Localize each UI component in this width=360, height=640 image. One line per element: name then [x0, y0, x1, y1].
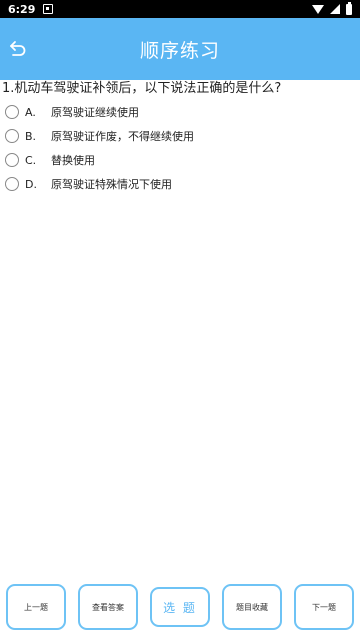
page-title: 顺序练习 [139, 39, 220, 62]
option-text: 原驾驶证特殊情况下使用 [51, 178, 172, 191]
status-bar: 6:29 [0, 0, 360, 18]
wifi-icon [312, 4, 324, 14]
option-letter: B. [25, 129, 37, 143]
radio-button[interactable] [5, 153, 19, 167]
app-bar: 顺序练习 [0, 18, 360, 80]
option-d[interactable]: D. 原驾驶证特殊情况下使用 [0, 172, 360, 196]
next-question-button[interactable]: 下一题 [294, 584, 354, 630]
view-answer-button[interactable]: 查看答案 [78, 584, 138, 630]
radio-button[interactable] [5, 177, 19, 191]
select-question-button[interactable]: 选 题 [150, 587, 210, 627]
question-text: 1.机动车驾驶证补领后，以下说法正确的是什么? [2, 81, 282, 96]
option-text: 原驾驶证作废，不得继续使用 [51, 130, 194, 143]
status-time: 6:29 [8, 2, 36, 16]
status-icons [312, 1, 352, 15]
option-b[interactable]: B. 原驾驶证作废，不得继续使用 [0, 124, 360, 148]
option-text: 原驾驶证继续使用 [51, 106, 139, 119]
back-arrow-icon [10, 41, 26, 56]
radio-button[interactable] [5, 105, 19, 119]
notification-icon [43, 4, 54, 14]
favorite-question-button[interactable]: 题目收藏 [222, 584, 282, 630]
option-letter: A. [25, 105, 36, 119]
options-list: A. 原驾驶证继续使用 B. 原驾驶证作废，不得继续使用 C. 替换使用 D. … [0, 100, 360, 196]
option-a[interactable]: A. 原驾驶证继续使用 [0, 100, 360, 124]
radio-button[interactable] [5, 129, 19, 143]
option-letter: D. [25, 177, 37, 191]
battery-icon [346, 1, 352, 15]
prev-question-button[interactable]: 上一题 [6, 584, 66, 630]
bottom-toolbar: 上一题 查看答案 选 题 题目收藏 下一题 [0, 584, 360, 640]
option-text: 替换使用 [51, 154, 95, 167]
signal-icon [330, 4, 340, 14]
option-letter: C. [25, 153, 37, 167]
back-button[interactable] [4, 34, 32, 62]
option-c[interactable]: C. 替换使用 [0, 148, 360, 172]
